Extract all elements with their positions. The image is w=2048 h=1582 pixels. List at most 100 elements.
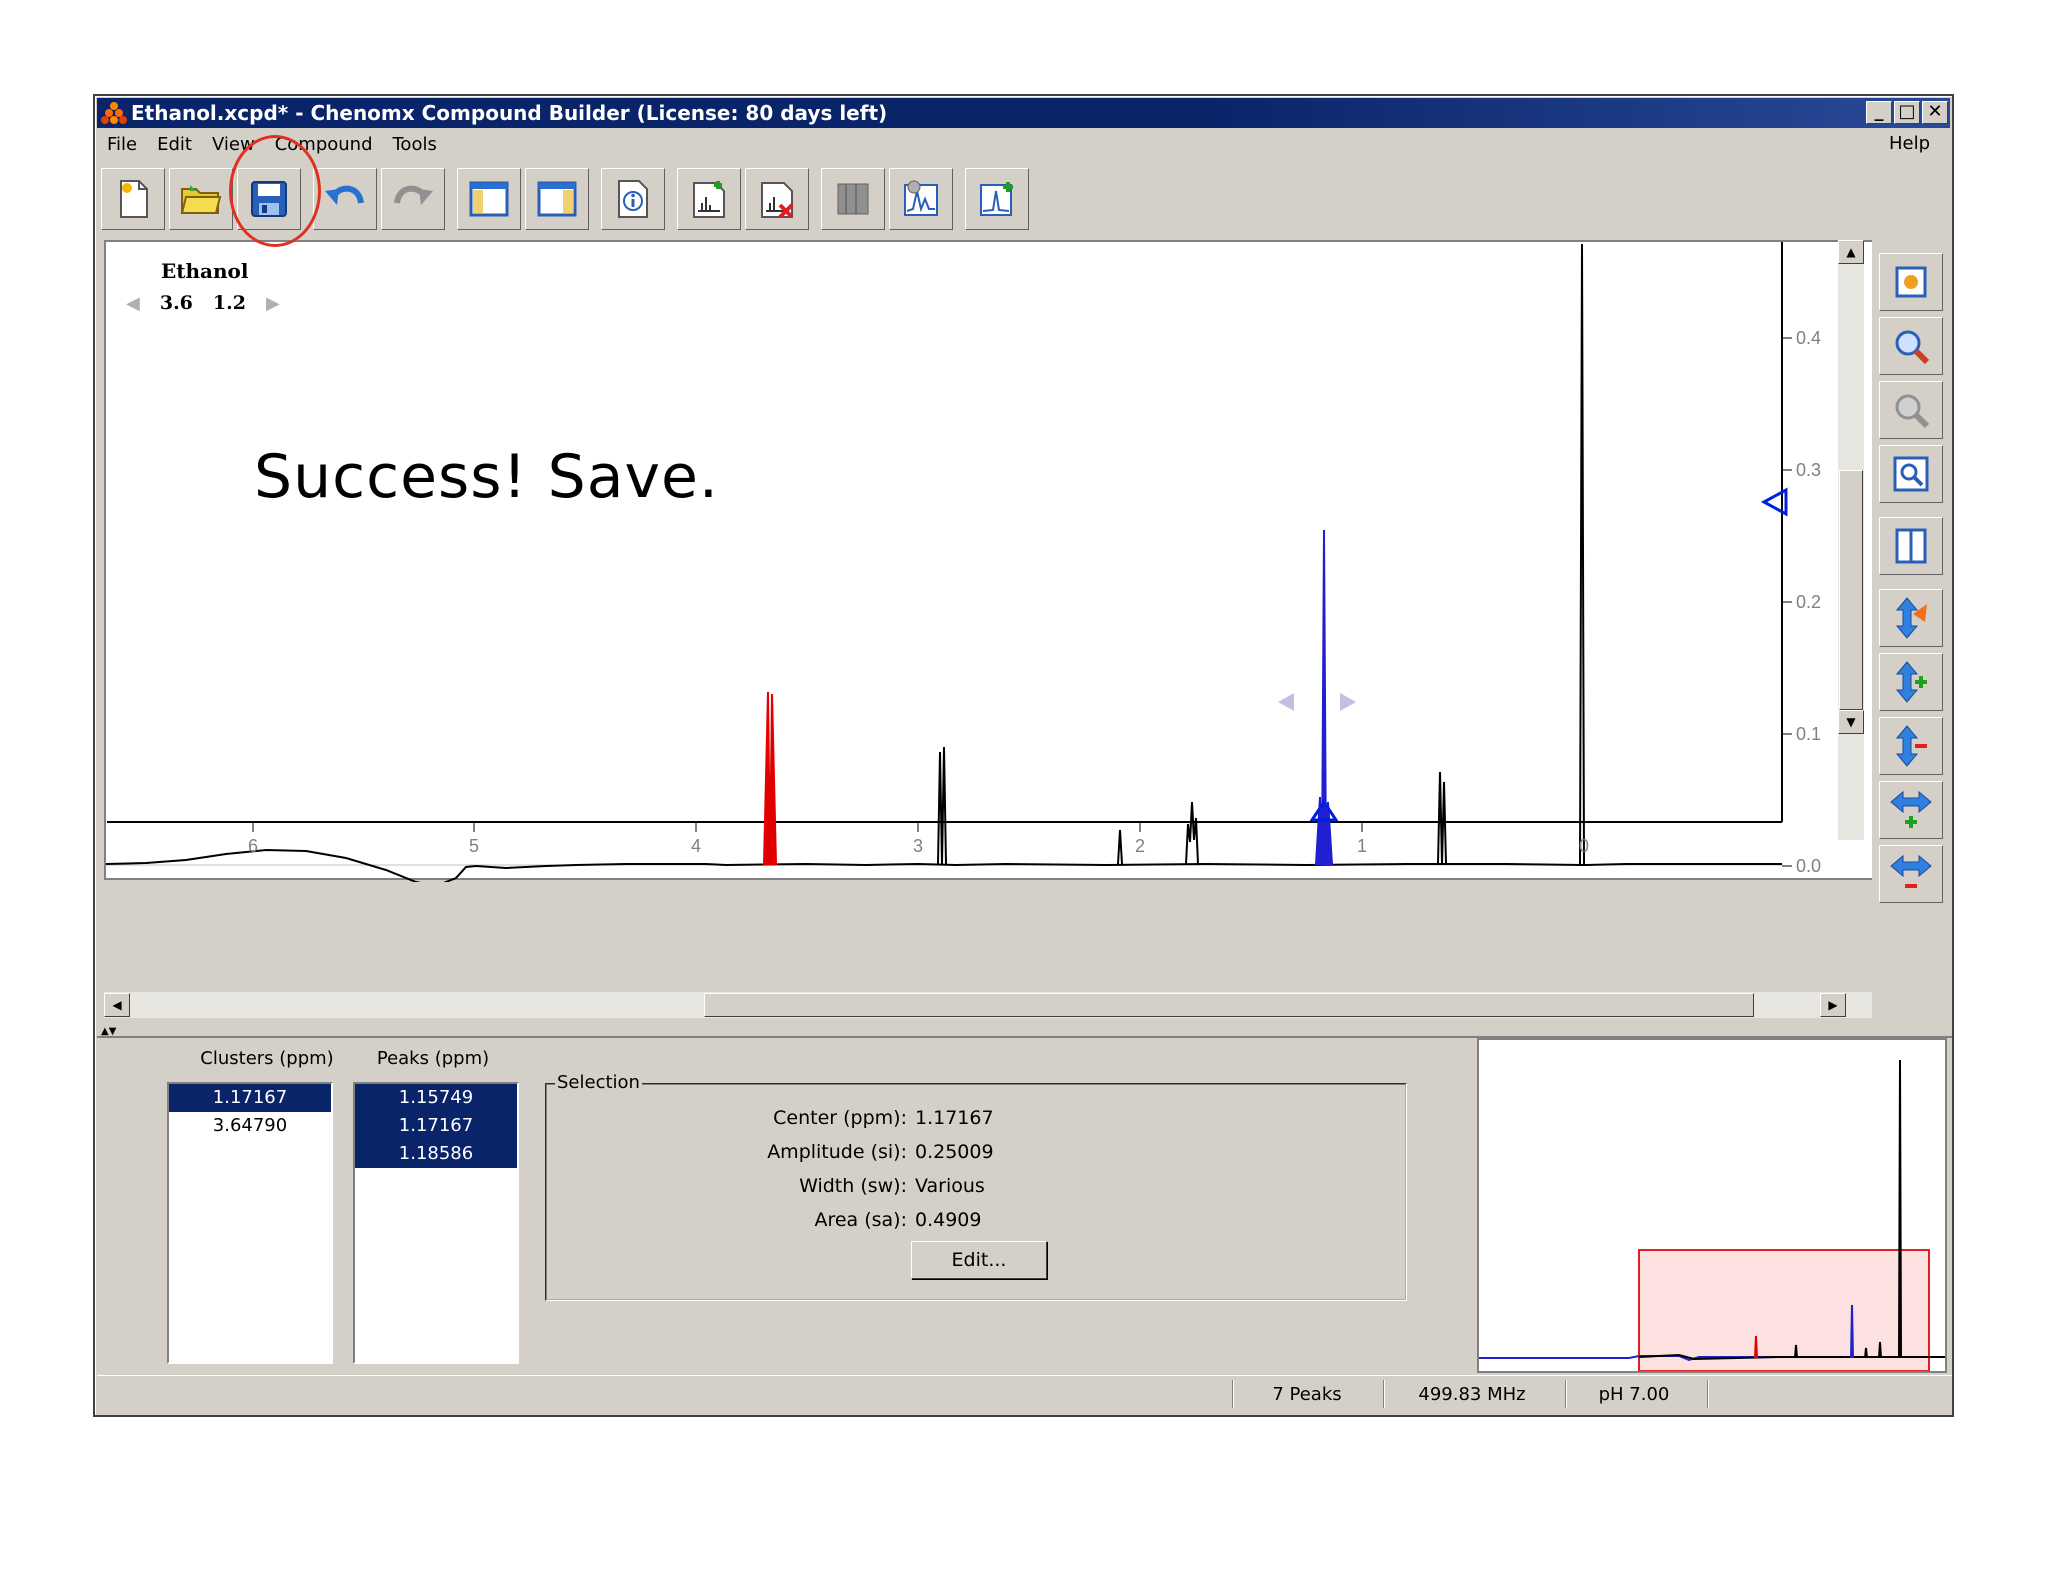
cluster-peak-red — [762, 691, 778, 865]
zoom-out-icon — [1895, 394, 1930, 429]
x-tick-label: 6 — [248, 836, 258, 856]
spectrum-plot[interactable]: 6 5 4 3 2 1 0 0.4 0.3 0.2 0.1 0.0 Ethano… — [104, 240, 1872, 882]
horizontal-increase-icon — [1890, 790, 1932, 828]
delete-peak-icon — [761, 182, 794, 219]
bottom-panel: Clusters (ppm) 1.17167 3.64790 Peaks (pp… — [97, 1036, 1952, 1373]
vertical-decrease-icon — [1895, 725, 1927, 767]
prev-cluster-arrow-icon[interactable]: ◀ — [126, 293, 140, 314]
list-item[interactable]: 1.18586 — [355, 1140, 517, 1168]
cluster-button[interactable] — [821, 168, 885, 230]
delete-peak-button[interactable] — [745, 168, 809, 230]
vertical-auto-button[interactable] — [1879, 589, 1943, 647]
horizontal-increase-button[interactable] — [1879, 781, 1943, 839]
x-tick-label: 4 — [691, 836, 701, 856]
amplitude-label: Amplitude (si): — [767, 1141, 907, 1163]
center-value: 1.17167 — [915, 1107, 994, 1129]
info-icon — [618, 180, 648, 218]
scroll-right-arrow-icon[interactable]: ▶ — [1820, 993, 1846, 1017]
x-tick-label: 2 — [1135, 836, 1145, 856]
y-tick-label: 0.3 — [1796, 460, 1821, 480]
scroll-up-arrow-icon[interactable]: ▲ — [1838, 240, 1864, 264]
status-peaks: 7 Peaks — [1272, 1384, 1342, 1405]
status-bar: 7 Peaks 499.83 MHz pH 7.00 — [97, 1375, 1952, 1413]
info-button[interactable] — [601, 168, 665, 230]
undo-button[interactable] — [313, 168, 377, 230]
horizontal-decrease-button[interactable] — [1879, 845, 1943, 903]
menu-edit[interactable]: Edit — [147, 134, 202, 155]
selection-group: Selection Center (ppm): 1.17167 Amplitud… — [545, 1072, 1407, 1301]
clusters-list[interactable]: 1.17167 3.64790 — [167, 1082, 333, 1364]
peaks-label: Peaks (ppm) — [376, 1048, 490, 1069]
list-item[interactable]: 1.17167 — [355, 1112, 517, 1140]
area-row: Area (sa): 0.4909 — [547, 1209, 981, 1231]
center-label: Center (ppm): — [773, 1107, 907, 1129]
amplitude-value: 0.25009 — [915, 1141, 994, 1163]
zoom-fit-button[interactable] — [1879, 253, 1943, 311]
cluster-right-arrow[interactable] — [1340, 693, 1356, 711]
width-label: Width (sw): — [799, 1175, 907, 1197]
title-bar[interactable]: Ethanol.xcpd* - Chenomx Compound Builder… — [97, 98, 1950, 128]
status-ph: pH 7.00 — [1598, 1384, 1670, 1405]
vertical-increase-icon — [1895, 661, 1927, 703]
right-panel-button[interactable] — [525, 168, 589, 230]
y-tick-label: 0.4 — [1796, 328, 1821, 348]
spectrum-overview[interactable] — [1477, 1038, 1947, 1373]
vertical-scroll-thumb[interactable] — [1839, 470, 1863, 710]
edit-button[interactable]: Edit... — [911, 1241, 1047, 1279]
split-view-button[interactable] — [1879, 517, 1943, 575]
menu-file[interactable]: File — [97, 134, 147, 155]
cluster-shift-1[interactable]: 3.6 — [160, 292, 193, 314]
open-button[interactable] — [169, 168, 233, 230]
spectrum-settings-button[interactable] — [889, 168, 953, 230]
area-value: 0.4909 — [915, 1209, 982, 1231]
add-spectrum-button[interactable] — [965, 168, 1029, 230]
vertical-decrease-button[interactable] — [1879, 717, 1943, 775]
open-folder-icon — [180, 185, 222, 214]
overview-viewport-box[interactable] — [1638, 1249, 1930, 1372]
menu-bar: File Edit View Compound Tools Help — [97, 130, 1950, 158]
cluster-shift-2[interactable]: 1.2 — [213, 292, 246, 314]
selection-legend: Selection — [555, 1072, 642, 1093]
minimize-button[interactable]: _ — [1866, 101, 1892, 124]
split-view-icon — [1895, 528, 1927, 564]
zoom-out-button[interactable] — [1879, 381, 1943, 439]
horizontal-scrollbar[interactable]: ◀ ▶ — [104, 992, 1872, 1018]
cluster-left-arrow[interactable] — [1278, 693, 1294, 711]
scroll-left-arrow-icon[interactable]: ◀ — [104, 993, 130, 1017]
peaks-list[interactable]: 1.15749 1.17167 1.18586 — [353, 1082, 519, 1364]
add-spectrum-icon — [980, 182, 1013, 216]
zoom-fit-icon — [1895, 266, 1927, 298]
next-cluster-arrow-icon[interactable]: ▶ — [266, 293, 280, 314]
list-item[interactable]: 3.64790 — [169, 1112, 331, 1140]
maximize-button[interactable]: □ — [1894, 101, 1920, 124]
vertical-increase-button[interactable] — [1879, 653, 1943, 711]
vertical-scrollbar[interactable]: ▲ ▼ — [1838, 240, 1864, 840]
save-highlight-circle — [229, 135, 321, 247]
zoom-window-button[interactable] — [1879, 445, 1943, 503]
zoom-in-button[interactable] — [1879, 317, 1943, 375]
menu-help[interactable]: Help — [1879, 133, 1940, 154]
y-tick-label: 0.1 — [1796, 724, 1821, 744]
redo-button[interactable] — [381, 168, 445, 230]
x-tick-label: 5 — [469, 836, 479, 856]
list-item[interactable]: 1.15749 — [355, 1084, 517, 1112]
menu-tools[interactable]: Tools — [383, 134, 447, 155]
redo-icon — [394, 185, 433, 205]
new-document-icon — [120, 180, 148, 218]
list-item[interactable]: 1.17167 — [169, 1084, 331, 1112]
add-peak-button[interactable] — [677, 168, 741, 230]
cluster-icon — [837, 183, 869, 215]
amplitude-row: Amplitude (si): 0.25009 — [547, 1141, 994, 1163]
spectrum-trace — [106, 848, 1782, 882]
scroll-down-arrow-icon[interactable]: ▼ — [1838, 710, 1864, 734]
chenomx-logo-icon — [101, 100, 127, 126]
add-peak-icon — [693, 181, 725, 218]
new-button[interactable] — [101, 168, 165, 230]
annotation-text: Success! Save. — [254, 442, 719, 512]
left-panel-button[interactable] — [457, 168, 521, 230]
close-button[interactable]: ✕ — [1922, 101, 1948, 124]
x-tick-label: 3 — [913, 836, 923, 856]
horizontal-scroll-thumb[interactable] — [704, 993, 1754, 1017]
y-tick-label: 0.2 — [1796, 592, 1821, 612]
overview-chart — [1479, 1059, 1945, 1372]
